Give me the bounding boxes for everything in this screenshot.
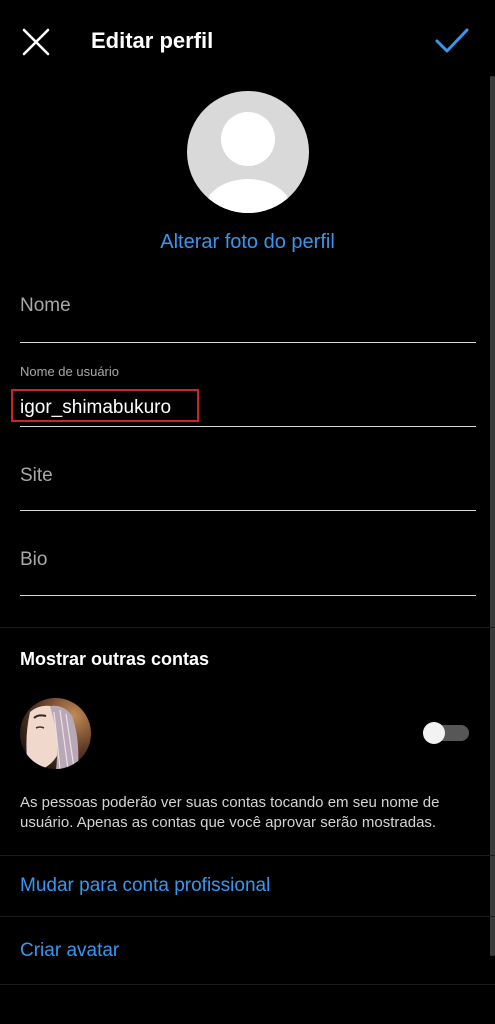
section-divider: [0, 916, 495, 917]
other-accounts-info: As pessoas poderão ver suas contas tocan…: [20, 794, 440, 831]
page-title: Editar perfil: [91, 28, 214, 53]
bio-placeholder: Bio: [20, 549, 48, 570]
username-label: Nome de usuário: [20, 364, 119, 379]
other-accounts-title: Mostrar outras contas: [20, 649, 210, 669]
site-placeholder: Site: [20, 465, 53, 486]
section-divider: [0, 984, 495, 985]
default-avatar-icon: [205, 112, 291, 213]
site-field[interactable]: Site: [20, 464, 476, 511]
change-photo-link[interactable]: Alterar foto do perfil: [0, 228, 495, 256]
scrollbar[interactable]: [490, 76, 495, 956]
section-divider: [0, 855, 495, 856]
section-divider: [0, 627, 495, 628]
close-button[interactable]: [18, 24, 54, 60]
name-field[interactable]: Nome: [20, 294, 476, 343]
username-highlight-box: [11, 389, 199, 422]
checkmark-icon: [435, 28, 469, 53]
top-app-bar: Editar perfil: [0, 0, 495, 82]
create-avatar-link[interactable]: Criar avatar: [20, 938, 119, 964]
switch-professional-link[interactable]: Mudar para conta profissional: [20, 873, 270, 899]
linked-account-avatar: [20, 698, 91, 769]
account-photo: [20, 698, 91, 769]
close-icon: [22, 28, 50, 56]
bio-field[interactable]: Bio: [20, 548, 476, 596]
show-accounts-toggle[interactable]: [423, 722, 471, 744]
confirm-button[interactable]: [432, 24, 472, 58]
toggle-knob: [423, 722, 445, 744]
profile-photo[interactable]: [187, 91, 309, 213]
name-placeholder: Nome: [20, 295, 71, 316]
